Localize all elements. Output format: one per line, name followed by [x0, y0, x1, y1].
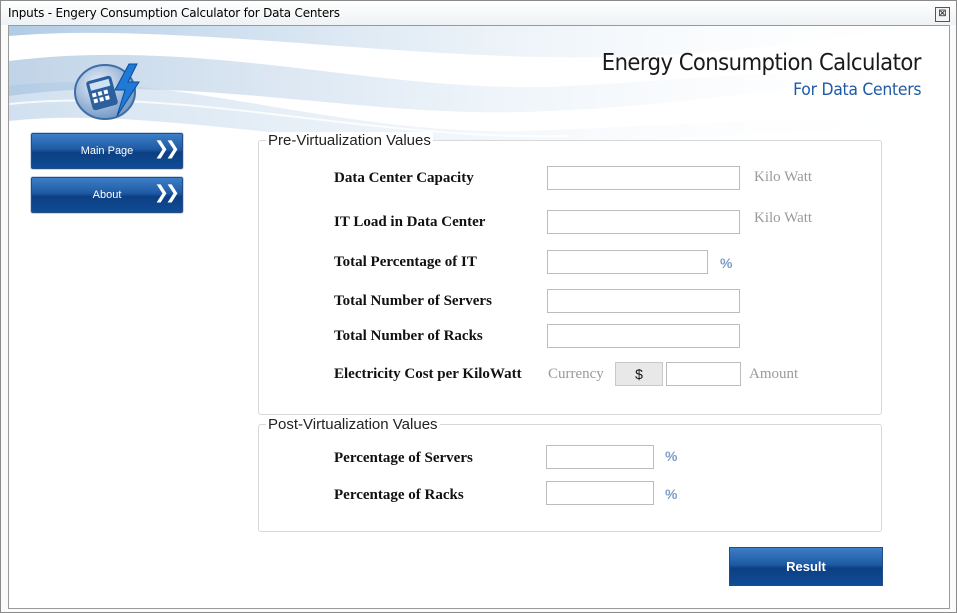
percentage-racks-input[interactable] [546, 481, 654, 505]
electricity-cost-label: Electricity Cost per KiloWatt [334, 366, 522, 382]
it-load-input[interactable] [547, 210, 740, 234]
kilowatt-unit-label: Kilo Watt [754, 210, 813, 226]
app-subtitle: For Data Centers [792, 80, 921, 100]
total-percentage-it-input[interactable] [547, 250, 708, 274]
total-servers-label: Total Number of Servers [334, 293, 492, 309]
electricity-amount-input[interactable] [666, 362, 741, 386]
app-title: Energy Consumption Calculator [601, 50, 922, 76]
post-virtualization-title: Post-Virtualization Values [266, 416, 440, 433]
total-racks-label: Total Number of Racks [334, 328, 483, 344]
data-center-capacity-label: Data Center Capacity [334, 170, 474, 186]
percentage-racks-label: Percentage of Racks [334, 487, 464, 503]
currency-symbol-box: $ [615, 362, 663, 386]
total-servers-input[interactable] [547, 289, 740, 313]
result-button[interactable]: Result [729, 547, 883, 586]
main-page-button[interactable]: Main Page ❯❯ [31, 133, 183, 169]
percent-unit-label: % [665, 486, 678, 502]
it-load-label: IT Load in Data Center [334, 214, 486, 230]
calculator-logo-icon [74, 63, 140, 120]
amount-label: Amount [749, 366, 799, 382]
about-button[interactable]: About ❯❯ [31, 177, 183, 213]
percentage-servers-input[interactable] [546, 445, 654, 469]
title-bar: Inputs - Engery Consumption Calculator f… [1, 1, 956, 25]
percentage-servers-label: Percentage of Servers [334, 450, 473, 466]
double-chevron-right-icon: ❯❯ [153, 182, 180, 203]
pre-virtualization-title: Pre-Virtualization Values [266, 132, 433, 149]
post-virtualization-group: Post-Virtualization Values Percentage of… [258, 416, 882, 532]
window-title: Inputs - Engery Consumption Calculator f… [8, 6, 340, 20]
app-window: Inputs - Engery Consumption Calculator f… [0, 0, 957, 613]
pre-virtualization-group: Pre-Virtualization Values Data Center Ca… [258, 132, 882, 415]
total-percentage-it-label: Total Percentage of IT [334, 254, 477, 270]
percent-unit-label: % [665, 448, 678, 464]
total-racks-input[interactable] [547, 324, 740, 348]
double-chevron-right-icon: ❯❯ [153, 138, 180, 159]
data-center-capacity-input[interactable] [547, 166, 740, 190]
content-area: Energy Consumption Calculator For Data C… [8, 25, 950, 609]
currency-label: Currency [548, 366, 604, 382]
percent-unit-label: % [720, 255, 733, 271]
kilowatt-unit-label: Kilo Watt [754, 169, 813, 185]
close-button[interactable]: ⊠ [935, 7, 950, 22]
